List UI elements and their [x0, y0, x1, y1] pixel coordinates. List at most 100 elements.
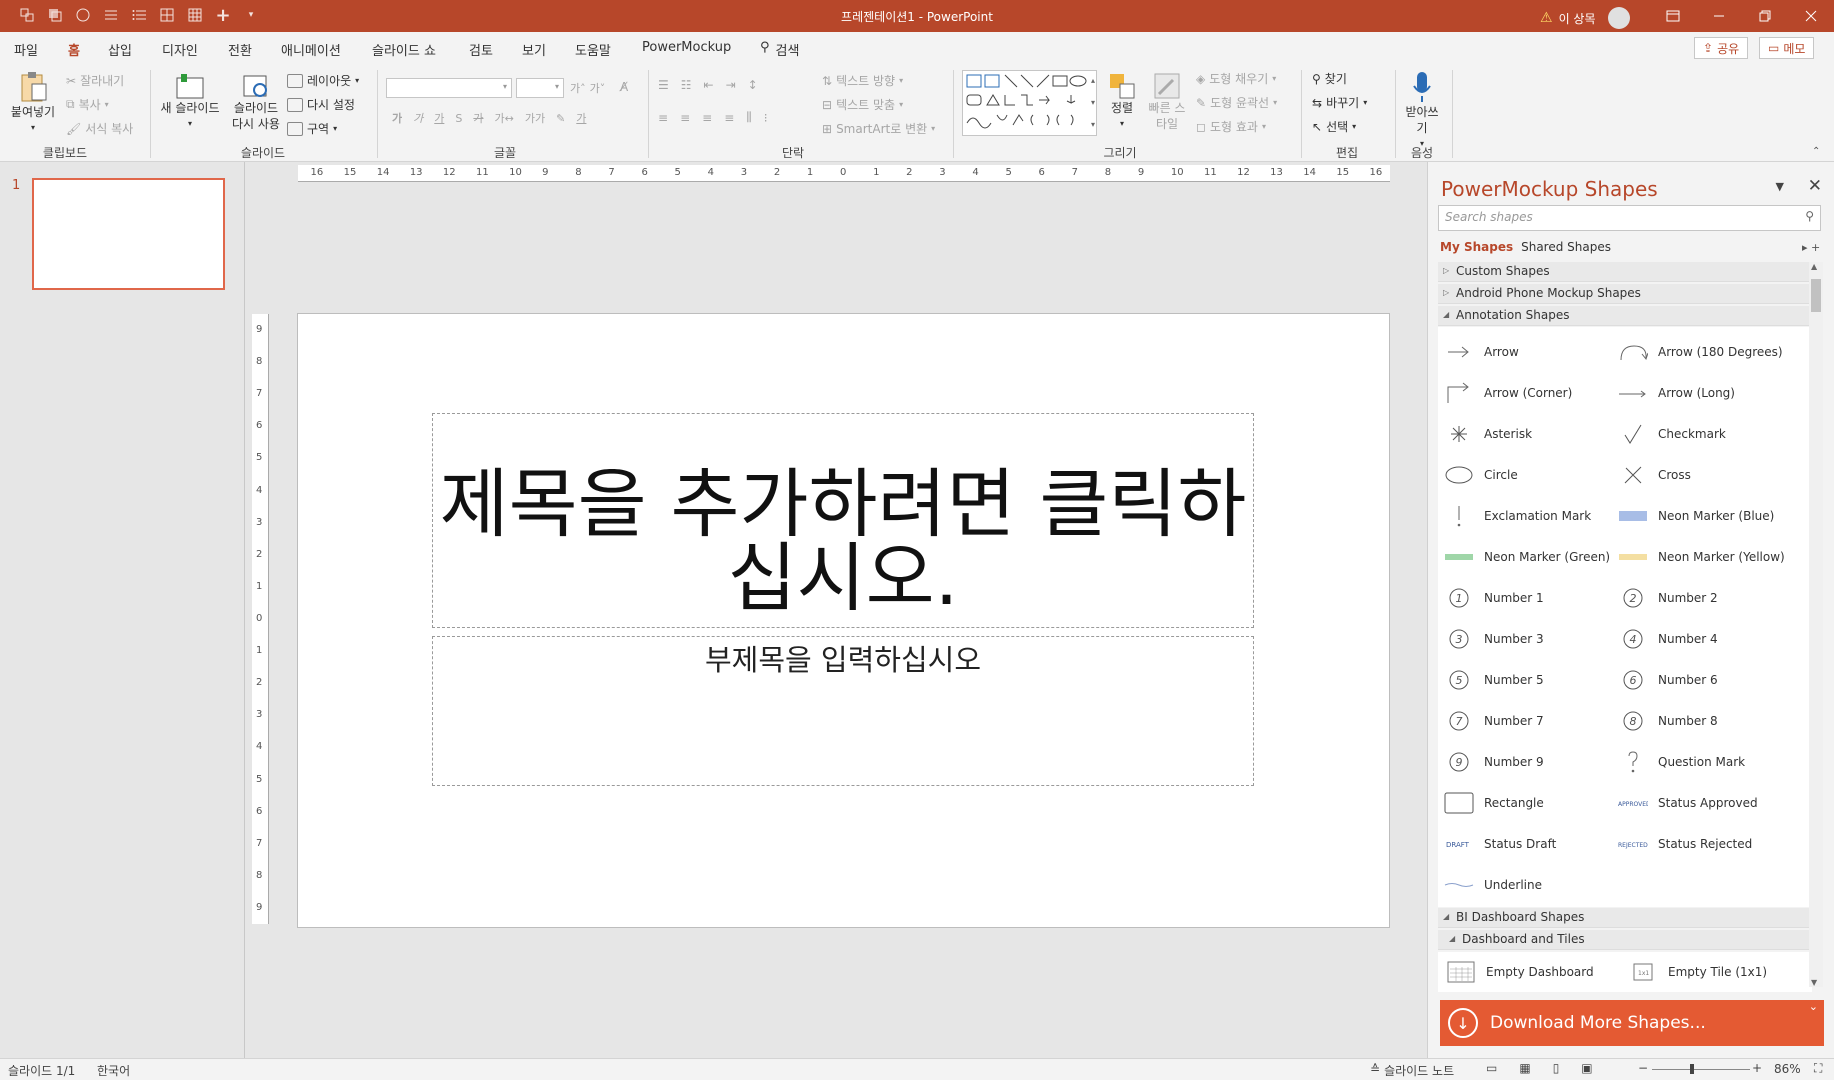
close-icon[interactable]: ✕ — [1808, 176, 1822, 196]
scrollbar-thumb[interactable] — [1811, 279, 1821, 312]
ribbon-display-icon[interactable] — [1650, 0, 1696, 32]
search-icon[interactable]: ⚲ — [1805, 209, 1814, 223]
shape-item[interactable]: Underline — [1444, 868, 1624, 902]
add-icon[interactable]: + — [1811, 241, 1820, 254]
search-input[interactable]: Search shapes ⚲ — [1438, 205, 1821, 231]
strikethrough-icon[interactable]: 가 — [473, 110, 483, 126]
shape-item[interactable]: REJECTED Status Rejected — [1618, 827, 1798, 861]
font-size-dropdown[interactable]: ▾ — [516, 78, 564, 98]
reuse-slides-button[interactable]: 슬라이드 다시 사용 — [228, 72, 284, 132]
tab-animations[interactable]: 애니메이션 — [281, 40, 341, 59]
shape-effects-button[interactable]: ◻ 도형 효과 ▾ — [1196, 118, 1266, 135]
zoom-slider[interactable] — [1652, 1069, 1750, 1070]
share-button[interactable]: ⇪ 공유 — [1694, 37, 1749, 59]
title-placeholder[interactable]: 제목을 추가하려면 클릭하십시오. — [432, 413, 1254, 628]
shapes-gallery[interactable] — [962, 70, 1097, 136]
align-text-button[interactable]: ⊟ 텍스트 맞춤 ▾ — [822, 96, 903, 113]
tab-help[interactable]: 도움말 — [575, 40, 611, 59]
outdent-icon[interactable]: ⇤ — [704, 78, 714, 92]
numbering-icon[interactable]: ☷ — [681, 78, 692, 92]
tab-my-shapes[interactable]: My Shapes — [1440, 240, 1513, 254]
line-spacing-icon[interactable]: ↕ — [748, 78, 758, 92]
shape-outline-button[interactable]: ✎ 도형 윤곽선 ▾ — [1196, 94, 1277, 111]
category-dashboard-tiles[interactable]: ◢ Dashboard and Tiles — [1438, 930, 1812, 950]
shape-item[interactable]: DRAFT Status Draft — [1444, 827, 1624, 861]
tab-view[interactable]: 보기 — [522, 40, 546, 59]
shape-item[interactable]: Question Mark — [1618, 745, 1798, 779]
tab-insert[interactable]: 삽입 — [108, 40, 132, 59]
notes-button[interactable]: ≙ 슬라이드 노트 — [1370, 1062, 1454, 1079]
shape-item[interactable]: Neon Marker (Yellow) — [1618, 540, 1798, 574]
zoom-level[interactable]: 86% — [1774, 1062, 1801, 1076]
tab-powermockup[interactable]: PowerMockup — [642, 40, 731, 55]
shape-item[interactable]: APPROVED Status Approved — [1618, 786, 1798, 820]
shape-item[interactable]: 7 Number 7 — [1444, 704, 1624, 738]
align-left-icon[interactable]: ≡ — [658, 111, 668, 125]
shape-item[interactable]: 8 Number 8 — [1618, 704, 1798, 738]
indent-icon[interactable]: ⇥ — [726, 78, 736, 92]
shape-item[interactable]: 5 Number 5 — [1444, 663, 1624, 697]
close-icon[interactable] — [1788, 0, 1834, 32]
tab-design[interactable]: 디자인 — [162, 40, 198, 59]
zoom-out-icon[interactable]: − — [1638, 1061, 1648, 1075]
zoom-slider-thumb[interactable] — [1690, 1064, 1694, 1074]
slide-thumbnail[interactable] — [32, 178, 225, 290]
expand-icon[interactable]: ▸ — [1802, 241, 1808, 254]
new-slide-button[interactable]: 새 슬라이드 ▾ — [158, 72, 222, 132]
shape-item[interactable]: Circle — [1444, 458, 1624, 492]
shape-item[interactable]: Arrow — [1444, 335, 1624, 369]
subtitle-placeholder[interactable]: 부제목을 입력하십시오 — [432, 636, 1254, 786]
reading-view-icon[interactable]: ▯ — [1553, 1061, 1560, 1075]
bold-icon[interactable]: 가 — [392, 110, 402, 126]
shape-item[interactable]: Empty Dashboard — [1446, 955, 1616, 989]
slideshow-icon[interactable]: ▣ — [1581, 1061, 1592, 1075]
gallery-scroll[interactable]: ▴ ▾ ▾ — [1087, 70, 1099, 136]
decrease-font-icon[interactable]: 가˅ — [590, 80, 606, 96]
align-right-icon[interactable]: ≡ — [702, 111, 712, 125]
tab-slideshow[interactable]: 슬라이드 쇼 — [372, 40, 436, 59]
cut-button[interactable]: ✂ 잘라내기 — [66, 72, 124, 89]
shape-fill-button[interactable]: ◈ 도형 채우기 ▾ — [1196, 70, 1276, 87]
layout-button[interactable]: 레이아웃 ▾ — [287, 72, 359, 89]
panel-options-icon[interactable]: ▼ — [1776, 180, 1784, 193]
shape-item[interactable]: 2 Number 2 — [1618, 581, 1798, 615]
quick-styles-button[interactable]: 빠른 스타일 — [1144, 72, 1190, 132]
shape-item[interactable]: 1 Number 1 — [1444, 581, 1624, 615]
shape-item[interactable]: Asterisk — [1444, 417, 1624, 451]
dictate-button[interactable]: 받아쓰기 ▾ — [1402, 70, 1442, 152]
text-direction-button[interactable]: ⇅ 텍스트 방향 ▾ — [822, 72, 903, 89]
smartart-button[interactable]: ⊞ SmartArt로 변환 ▾ — [822, 120, 935, 137]
fit-to-window-icon[interactable]: ⛶ — [1814, 1061, 1822, 1076]
shape-item[interactable]: Exclamation Mark — [1444, 499, 1624, 533]
download-more-shapes-button[interactable]: ↓ Download More Shapes... ⌄ — [1440, 1000, 1824, 1046]
justify-icon[interactable]: ≡ — [724, 111, 734, 125]
slide-sorter-icon[interactable]: ▦ — [1519, 1061, 1530, 1075]
case-icon[interactable]: 가가 — [525, 110, 545, 126]
category-android-phone[interactable]: ▷ Android Phone Mockup Shapes — [1438, 284, 1812, 304]
avatar[interactable] — [1607, 7, 1630, 29]
shape-item[interactable]: Cross — [1618, 458, 1798, 492]
format-painter-button[interactable]: 🖌︎ 서식 복사 — [66, 120, 133, 137]
category-annotation[interactable]: ◢ Annotation Shapes — [1438, 306, 1812, 326]
collapse-chevron-icon[interactable]: ⌄ — [1809, 1000, 1818, 1013]
account-warning[interactable]: ⚠ 이 상목 — [1540, 7, 1630, 29]
reset-button[interactable]: 다시 설정 — [287, 96, 355, 113]
language-indicator[interactable]: 한국어 — [97, 1062, 130, 1079]
minimize-icon[interactable] — [1696, 0, 1742, 32]
font-size-buttons[interactable]: 가˄ 가˅ — [570, 80, 605, 96]
category-bi-dashboard[interactable]: ◢ BI Dashboard Shapes — [1438, 908, 1812, 928]
italic-icon[interactable]: 가 — [413, 110, 423, 126]
tab-review[interactable]: 검토 — [469, 40, 493, 59]
shape-item[interactable]: 6 Number 6 — [1618, 663, 1798, 697]
spacing-icon[interactable]: 가↔ — [494, 110, 513, 126]
scroll-up-icon[interactable]: ▲ — [1811, 262, 1817, 271]
section-button[interactable]: 구역 ▾ — [287, 120, 337, 137]
arrange-button[interactable]: 정렬 ▾ — [1104, 72, 1140, 132]
find-button[interactable]: ⚲ 찾기 — [1312, 70, 1347, 87]
tab-file[interactable]: 파일 — [14, 40, 38, 59]
column-options-icon[interactable]: ⁝ — [764, 111, 768, 125]
panel-scrollbar[interactable] — [1809, 262, 1823, 987]
tab-transitions[interactable]: 전환 — [228, 40, 252, 59]
restore-icon[interactable] — [1742, 0, 1788, 32]
font-color-icon[interactable]: 가 — [576, 110, 586, 126]
